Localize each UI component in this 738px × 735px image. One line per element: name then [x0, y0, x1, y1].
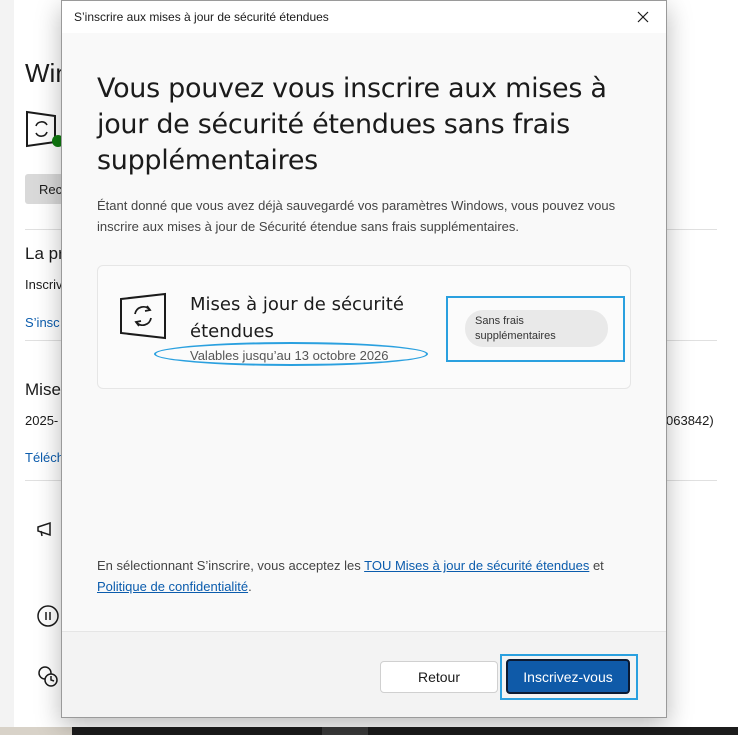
enrollment-dialog: S’inscrire aux mises à jour de sécurité …: [61, 0, 667, 718]
sync-update-icon: [118, 292, 170, 340]
privacy-link[interactable]: Politique de confidentialité: [97, 579, 248, 594]
enroll-button[interactable]: Inscrivez-vous: [506, 659, 630, 694]
taskbar-thumbnail: [0, 727, 72, 735]
windows-update-icon: [25, 108, 65, 148]
close-button[interactable]: [620, 1, 666, 33]
validity-date: Valables jusqu’au 13 octobre 2026: [190, 348, 389, 363]
free-badge: Sans frais supplémentaires: [465, 310, 608, 347]
dialog-window-title: S’inscrire aux mises à jour de sécurité …: [74, 10, 329, 24]
dialog-content: Vous pouvez vous inscrire aux mises à jo…: [62, 33, 666, 631]
terms-middle: et: [589, 558, 604, 573]
taskbar: [0, 727, 738, 735]
esu-card: Mises à jour de sécurité étendues Valabl…: [97, 265, 631, 389]
enroll-link[interactable]: S’insc: [25, 315, 60, 330]
close-icon: [637, 11, 649, 23]
section-text: Inscriv: [25, 277, 63, 292]
dialog-description: Étant donné que vous avez déjà sauvegard…: [97, 198, 616, 234]
history-icon[interactable]: [36, 664, 60, 688]
download-link[interactable]: Téléch: [25, 450, 64, 465]
terms-suffix: .: [248, 579, 252, 594]
section-heading: Mise: [25, 380, 61, 399]
terms-text: En sélectionnant S’inscrire, vous accept…: [97, 555, 637, 597]
pause-icon[interactable]: [36, 604, 60, 628]
kb-number: 063842): [666, 413, 714, 428]
taskbar-item[interactable]: [322, 727, 368, 735]
back-button[interactable]: Retour: [380, 661, 498, 693]
tou-link[interactable]: TOU Mises à jour de sécurité étendues: [364, 558, 589, 573]
background-edge: [0, 0, 14, 735]
card-title: Mises à jour de sécurité étendues: [190, 294, 404, 342]
terms-prefix: En sélectionnant S’inscrire, vous accept…: [97, 558, 365, 573]
dialog-titlebar: S’inscrire aux mises à jour de sécurité …: [62, 1, 666, 33]
megaphone-icon[interactable]: [36, 518, 60, 542]
section-heading: La pr: [25, 244, 64, 263]
dialog-heading: Vous pouvez vous inscrire aux mises à jo…: [97, 73, 607, 176]
update-text: 2025-: [25, 413, 59, 428]
dialog-footer: Retour Inscrivez-vous: [62, 631, 666, 717]
